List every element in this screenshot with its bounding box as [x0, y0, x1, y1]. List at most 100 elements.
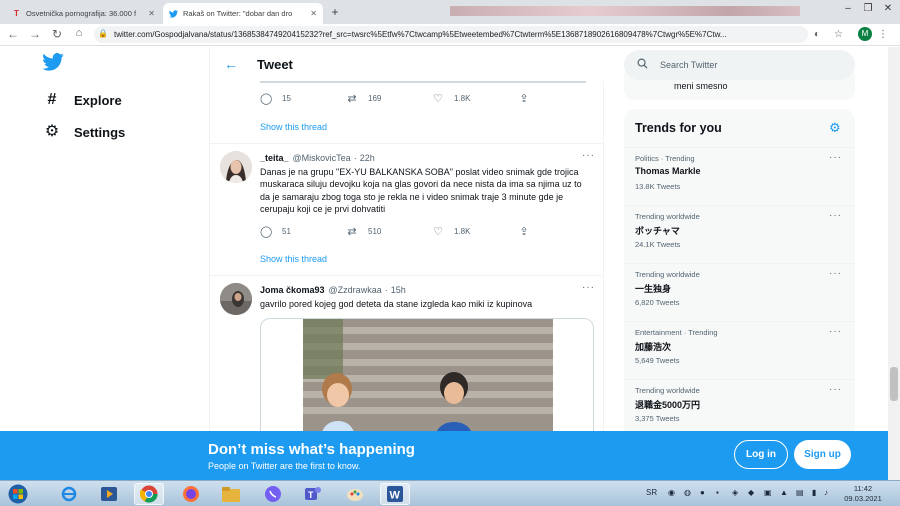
- author-name[interactable]: Joma čkoma93: [260, 285, 325, 295]
- retweet-button[interactable]: ⇄ 510: [346, 225, 432, 238]
- more-options-icon[interactable]: ···: [582, 150, 595, 161]
- tweet-media[interactable]: adidas: [260, 318, 594, 431]
- address-bar[interactable]: twitter.com/Gospodjalvana/status/1368538…: [94, 26, 808, 43]
- trends-panel: Trends for you ⚙ Politics · Trending Tho…: [624, 109, 855, 431]
- trend-item[interactable]: Trending worldwide 退職金5000万円 3,375 Tweet…: [624, 379, 855, 431]
- tray-app-icon[interactable]: ◈: [732, 488, 738, 497]
- more-options-icon[interactable]: ···: [829, 384, 842, 395]
- start-button[interactable]: [4, 483, 32, 505]
- divider: [210, 275, 604, 276]
- more-options-icon[interactable]: ···: [829, 210, 842, 221]
- main-header: ← Tweet: [210, 47, 604, 81]
- home-icon[interactable]: ⌂: [72, 27, 86, 39]
- reply-button[interactable]: ◯ 15: [260, 92, 346, 105]
- tray-app-icon[interactable]: ●: [700, 488, 705, 497]
- trend-item[interactable]: Trending worldwide 一生独身 6,820 Tweets ···: [624, 263, 855, 321]
- author-handle[interactable]: @Zzdrawkaa: [329, 285, 382, 295]
- volume-icon[interactable]: ♪: [824, 488, 828, 497]
- more-options-icon[interactable]: ···: [829, 326, 842, 337]
- show-thread-link[interactable]: Show this thread: [260, 122, 327, 132]
- word-icon[interactable]: W: [380, 483, 410, 505]
- browser-toolbar: ← → ↻ ⌂ twitter.com/Gospodjalvana/status…: [0, 24, 900, 46]
- trend-name: Thomas Markle: [635, 166, 701, 176]
- new-tab-button[interactable]: +: [328, 5, 342, 19]
- media-player-icon[interactable]: [94, 483, 124, 505]
- more-options-icon[interactable]: ···: [582, 282, 595, 293]
- separator: ·: [384, 285, 388, 295]
- tweet-time[interactable]: 15h: [391, 285, 406, 295]
- author-handle[interactable]: @MiskovicTea: [293, 153, 351, 163]
- clock-date: 09.03.2021: [844, 493, 882, 503]
- like-button[interactable]: ♡ 1.8K: [432, 92, 518, 105]
- sidebar-item-explore[interactable]: # Explore: [44, 92, 122, 108]
- gear-icon[interactable]: ⚙: [829, 120, 841, 136]
- trend-name: 退職金5000万円: [635, 400, 701, 410]
- tray-app-icon[interactable]: ▪: [716, 488, 719, 497]
- trend-name: 加藤浩次: [635, 342, 672, 352]
- reload-icon[interactable]: ↻: [50, 27, 64, 41]
- tab-osvetnicka[interactable]: T Osvetnička pornografija: 36.000 f ✕: [6, 3, 161, 24]
- trend-item[interactable]: Politics · Trending Thomas Markle 13.8K …: [624, 147, 855, 205]
- reply-button[interactable]: ◯ 51: [260, 225, 346, 238]
- trend-item[interactable]: Trending worldwide ボッチャマ 24.1K Tweets ··…: [624, 205, 855, 263]
- browser-tab-strip: T Osvetnička pornografija: 36.000 f ✕ Ra…: [0, 0, 900, 24]
- trend-context: Entertainment · Trending: [635, 328, 718, 337]
- profile-avatar[interactable]: M: [858, 27, 872, 41]
- file-explorer-icon[interactable]: [216, 483, 246, 505]
- window-close-icon[interactable]: ✕: [878, 3, 898, 14]
- more-options-icon[interactable]: ···: [829, 152, 842, 163]
- trend-item[interactable]: Entertainment · Trending 加藤浩次 5,649 Twee…: [624, 321, 855, 379]
- page-scrollbar[interactable]: [888, 47, 900, 431]
- more-options-icon[interactable]: ···: [829, 268, 842, 279]
- tray-chrome-icon[interactable]: ◉: [668, 488, 675, 497]
- tray-app-icon[interactable]: ◆: [748, 488, 754, 497]
- search-input[interactable]: Search Twitter: [624, 50, 855, 80]
- like-button[interactable]: ♡ 1.8K: [432, 225, 518, 238]
- forward-arrow-icon[interactable]: →: [28, 27, 42, 41]
- twitter-logo-icon[interactable]: [42, 53, 64, 73]
- search-placeholder: Search Twitter: [660, 60, 718, 70]
- share-button[interactable]: ⇪: [518, 225, 604, 238]
- twitter-bird-icon: [169, 9, 178, 18]
- lock-icon[interactable]: 🔒: [98, 29, 108, 38]
- teams-icon[interactable]: T: [298, 483, 328, 505]
- network-icon[interactable]: ▮: [812, 488, 816, 497]
- show-thread-link[interactable]: Show this thread: [260, 254, 327, 264]
- minimize-icon[interactable]: –: [838, 3, 858, 14]
- maximize-icon[interactable]: ❐: [858, 3, 878, 14]
- sidebar-item-settings[interactable]: ⚙ Settings: [44, 124, 125, 140]
- chrome-icon[interactable]: [134, 483, 164, 505]
- tweet-photo: adidas: [303, 319, 553, 431]
- close-tab-icon[interactable]: ✕: [310, 9, 317, 18]
- viber-icon[interactable]: [258, 483, 288, 505]
- menu-dots-icon[interactable]: ⋮: [878, 29, 888, 40]
- back-arrow-icon[interactable]: ←: [224, 56, 240, 72]
- author-name[interactable]: _teita_: [260, 153, 289, 163]
- login-button[interactable]: Log in: [734, 440, 788, 469]
- paint-icon[interactable]: [340, 483, 370, 505]
- avatar[interactable]: [220, 283, 252, 315]
- trend-context: Trending worldwide: [635, 270, 700, 279]
- share-button[interactable]: ⇪: [518, 92, 604, 105]
- tray-expand-icon[interactable]: ▲: [780, 488, 788, 497]
- language-indicator[interactable]: SR: [646, 488, 657, 497]
- tab-title: Rakaš on Twitter: "dobar dan dro: [183, 9, 293, 18]
- firefox-icon[interactable]: [176, 483, 206, 505]
- retweet-button[interactable]: ⇄ 169: [346, 92, 432, 105]
- tray-app-icon[interactable]: ▣: [764, 488, 772, 497]
- tweet-time[interactable]: 22h: [360, 153, 375, 163]
- share-icon: ⇪: [519, 93, 529, 105]
- gear-icon: ⚙: [44, 123, 60, 140]
- scrollbar-thumb[interactable]: [890, 367, 898, 401]
- avatar[interactable]: [220, 151, 252, 183]
- star-icon[interactable]: ☆: [834, 29, 843, 40]
- internet-explorer-icon[interactable]: [54, 483, 84, 505]
- signup-button[interactable]: Sign up: [794, 440, 851, 469]
- tray-app-icon[interactable]: ◍: [684, 488, 691, 497]
- back-arrow-icon[interactable]: ←: [6, 27, 20, 41]
- clock[interactable]: 11:42 09.03.2021: [836, 484, 890, 503]
- extension-icon[interactable]: ◐: [814, 29, 820, 40]
- close-tab-icon[interactable]: ✕: [148, 9, 155, 18]
- tab-twitter[interactable]: Rakaš on Twitter: "dobar dan dro ✕: [163, 3, 323, 24]
- tray-app-icon[interactable]: ▤: [796, 488, 804, 497]
